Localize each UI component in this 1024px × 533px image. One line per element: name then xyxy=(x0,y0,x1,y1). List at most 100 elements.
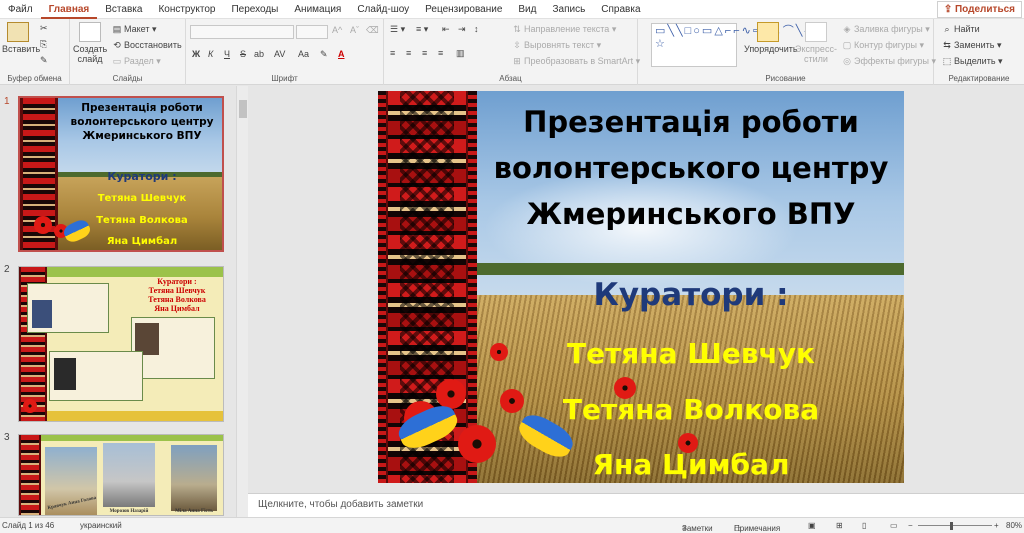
increase-indent-icon[interactable]: ⇥ xyxy=(458,24,466,35)
font-color-button[interactable]: A xyxy=(338,49,345,59)
decrease-indent-icon[interactable]: ⇤ xyxy=(442,24,450,35)
curator-name[interactable]: Тетяна Шевчук xyxy=(478,337,904,370)
clipboard-group: Вставить ✂ ⎘ ✎ Буфер обмена xyxy=(0,19,70,85)
highlight-icon[interactable]: ✎ xyxy=(320,49,328,60)
clipboard-icon xyxy=(7,22,29,42)
thumbnail-scrollbar[interactable] xyxy=(236,86,248,517)
find-button[interactable]: ⌕ Найти xyxy=(940,24,979,35)
slide-sorter-icon[interactable]: ⊞ xyxy=(836,521,843,530)
zoom-slider-thumb[interactable] xyxy=(950,522,953,530)
new-slide-button[interactable]: Создать слайд xyxy=(73,22,107,64)
editing-group: ⌕ Найти ⇆ Заменить ▾ ⬚ Выделить ▾ Редактиро… xyxy=(934,19,1024,85)
slide-thumbnail-3[interactable]: Кравчук Анна Голова Морозов Назарій Міла… xyxy=(18,434,224,516)
notes-pane[interactable]: Щелкните, чтобы добавить заметки xyxy=(248,493,1024,517)
increase-font-icon[interactable]: A^ xyxy=(332,25,342,35)
tab-view[interactable]: Вид xyxy=(510,0,544,19)
align-left-icon[interactable]: ≡ xyxy=(390,48,395,58)
paragraph-group: ☰ ▾ ≡ ▾ ⇤ ⇥ ↕ ≡ ≡ ≡ ≡ ▥ ⇅ Направление тек… xyxy=(384,19,640,85)
tab-transitions[interactable]: Переходы xyxy=(223,0,286,19)
align-right-icon[interactable]: ≡ xyxy=(422,48,427,58)
replace-button[interactable]: ⇆ Заменить ▾ xyxy=(940,40,1001,51)
curator-name[interactable]: Тетяна Волкова xyxy=(478,393,904,426)
shapes-gallery[interactable]: ▭╲╲□○▭△⌐⌐∿⇨⇩↓⌒╲{}☆ xyxy=(651,23,814,67)
copy-icon[interactable]: ⎘ xyxy=(40,39,47,50)
bold-button[interactable]: Ж xyxy=(192,49,200,59)
editing-group-label: Редактирование xyxy=(948,74,1010,83)
notes-placeholder: Щелкните, чтобы добавить заметки xyxy=(258,499,424,510)
normal-view-icon[interactable]: ▣ xyxy=(808,521,816,530)
text-direction-button[interactable]: ⇅ Направление текста ▾ xyxy=(510,24,616,35)
curators-heading[interactable]: Куратори : xyxy=(478,277,904,313)
drawing-group: ▭╲╲□○▭△⌐⌐∿⇨⇩↓⌒╲{}☆ Упорядочить Экспресс-… xyxy=(638,19,936,85)
reset-button[interactable]: ⟲ Восстановить xyxy=(110,40,181,51)
layout-button[interactable]: ▤ Макет ▾ xyxy=(110,24,157,35)
thumb2-card xyxy=(27,283,109,333)
smartart-icon: ⊞ xyxy=(513,56,521,66)
shape-fill-button[interactable]: ◈ Заливка фигуры ▾ xyxy=(840,24,930,35)
tab-file[interactable]: Файл xyxy=(0,0,41,19)
strikethrough-button[interactable]: S xyxy=(240,49,246,59)
zoom-in-icon[interactable]: + xyxy=(994,521,999,530)
thumb-curators-heading: Куратори : xyxy=(107,170,177,183)
photo-caption: Міла Анна Гість xyxy=(175,509,213,514)
slideshow-icon[interactable]: ▭ xyxy=(890,521,898,530)
tab-insert[interactable]: Вставка xyxy=(97,0,150,19)
align-center-icon[interactable]: ≡ xyxy=(406,48,411,58)
thumbnail-number: 2 xyxy=(4,264,10,275)
slide-title[interactable]: Презентація роботи волонтерського центру… xyxy=(478,99,904,237)
outline-icon: ▢ xyxy=(842,40,852,50)
tab-help[interactable]: Справка xyxy=(593,0,648,19)
tab-record[interactable]: Запись xyxy=(544,0,593,19)
scrollbar-thumb[interactable] xyxy=(239,100,247,118)
slide-thumbnail-1[interactable]: Презентація роботи волонтерського центру… xyxy=(18,96,224,252)
zoom-out-icon[interactable]: − xyxy=(908,521,913,530)
quick-styles-button[interactable]: Экспресс-стили xyxy=(794,22,838,64)
zoom-level[interactable]: 80% xyxy=(1006,521,1022,530)
thumbnail-pane: 1 Презентація роботи волонтерського цент… xyxy=(0,86,236,517)
zoom-slider[interactable] xyxy=(918,525,992,526)
underline-button[interactable]: Ч xyxy=(224,49,230,59)
status-bar: Слайд 1 из 46 украинский ≡ Заметки ▭ При… xyxy=(0,517,1024,533)
select-button[interactable]: ⬚ Выделить ▾ xyxy=(940,56,1003,67)
columns-icon[interactable]: ▥ xyxy=(456,48,465,59)
italic-button[interactable]: К xyxy=(208,49,213,59)
person-photo xyxy=(54,358,76,390)
cut-icon[interactable]: ✂ xyxy=(40,23,48,34)
align-text-icon: ⇳ xyxy=(513,40,521,50)
shadow-button[interactable]: ab xyxy=(254,49,264,59)
tab-design[interactable]: Конструктор xyxy=(150,0,223,19)
paste-button[interactable]: Вставить xyxy=(2,22,40,54)
share-button[interactable]: ⇪ Поделиться xyxy=(936,1,1022,18)
tab-review[interactable]: Рецензирование xyxy=(417,0,510,19)
bullets-icon[interactable]: ☰ ▾ xyxy=(390,24,405,35)
slide-counter: Слайд 1 из 46 xyxy=(2,521,55,530)
language-indicator[interactable]: украинский xyxy=(80,521,122,530)
slide-thumbnail-2[interactable]: Куратори : Тетяна Шевчук Тетяна Волкова … xyxy=(18,266,224,422)
change-case-button[interactable]: Aa xyxy=(298,49,309,59)
format-painter-icon[interactable]: ✎ xyxy=(40,55,48,66)
character-spacing-button[interactable]: AV xyxy=(274,49,285,59)
tab-home[interactable]: Главная xyxy=(40,0,98,19)
poppy-image xyxy=(34,216,52,234)
thumb-curator: Яна Цимбал xyxy=(106,236,178,247)
smartart-button[interactable]: ⊞ Преобразовать в SmartArt ▾ xyxy=(510,56,640,67)
shape-effects-button[interactable]: ◎ Эффекты фигуры ▾ xyxy=(840,56,936,67)
tab-animation[interactable]: Анимация xyxy=(286,0,349,19)
arrange-button[interactable]: Упорядочить xyxy=(744,22,798,54)
tab-slideshow[interactable]: Слайд-шоу xyxy=(349,0,417,19)
reading-view-icon[interactable]: ▯ xyxy=(862,521,866,530)
shape-outline-button[interactable]: ▢ Контур фигуры ▾ xyxy=(840,40,924,51)
font-name-combo[interactable] xyxy=(190,25,294,39)
numbering-icon[interactable]: ≡ ▾ xyxy=(416,24,428,35)
ribbon: Вставить ✂ ⎘ ✎ Буфер обмена Создать слай… xyxy=(0,19,1024,85)
current-slide[interactable]: Презентація роботи волонтерського центру… xyxy=(378,91,904,483)
thumb2-curators: Куратори : Тетяна Шевчук Тетяна Волкова … xyxy=(148,277,206,313)
justify-icon[interactable]: ≡ xyxy=(438,48,443,58)
clear-format-icon[interactable]: ⌫ xyxy=(366,25,379,36)
font-size-combo[interactable] xyxy=(296,25,328,39)
align-text-button[interactable]: ⇳ Выровнять текст ▾ xyxy=(510,40,601,51)
decrease-font-icon[interactable]: Aˇ xyxy=(350,25,359,35)
curator-name[interactable]: Яна Цимбал xyxy=(478,448,904,481)
line-spacing-icon[interactable]: ↕ xyxy=(474,24,479,34)
section-button[interactable]: ▭ Раздел ▾ xyxy=(110,56,161,67)
